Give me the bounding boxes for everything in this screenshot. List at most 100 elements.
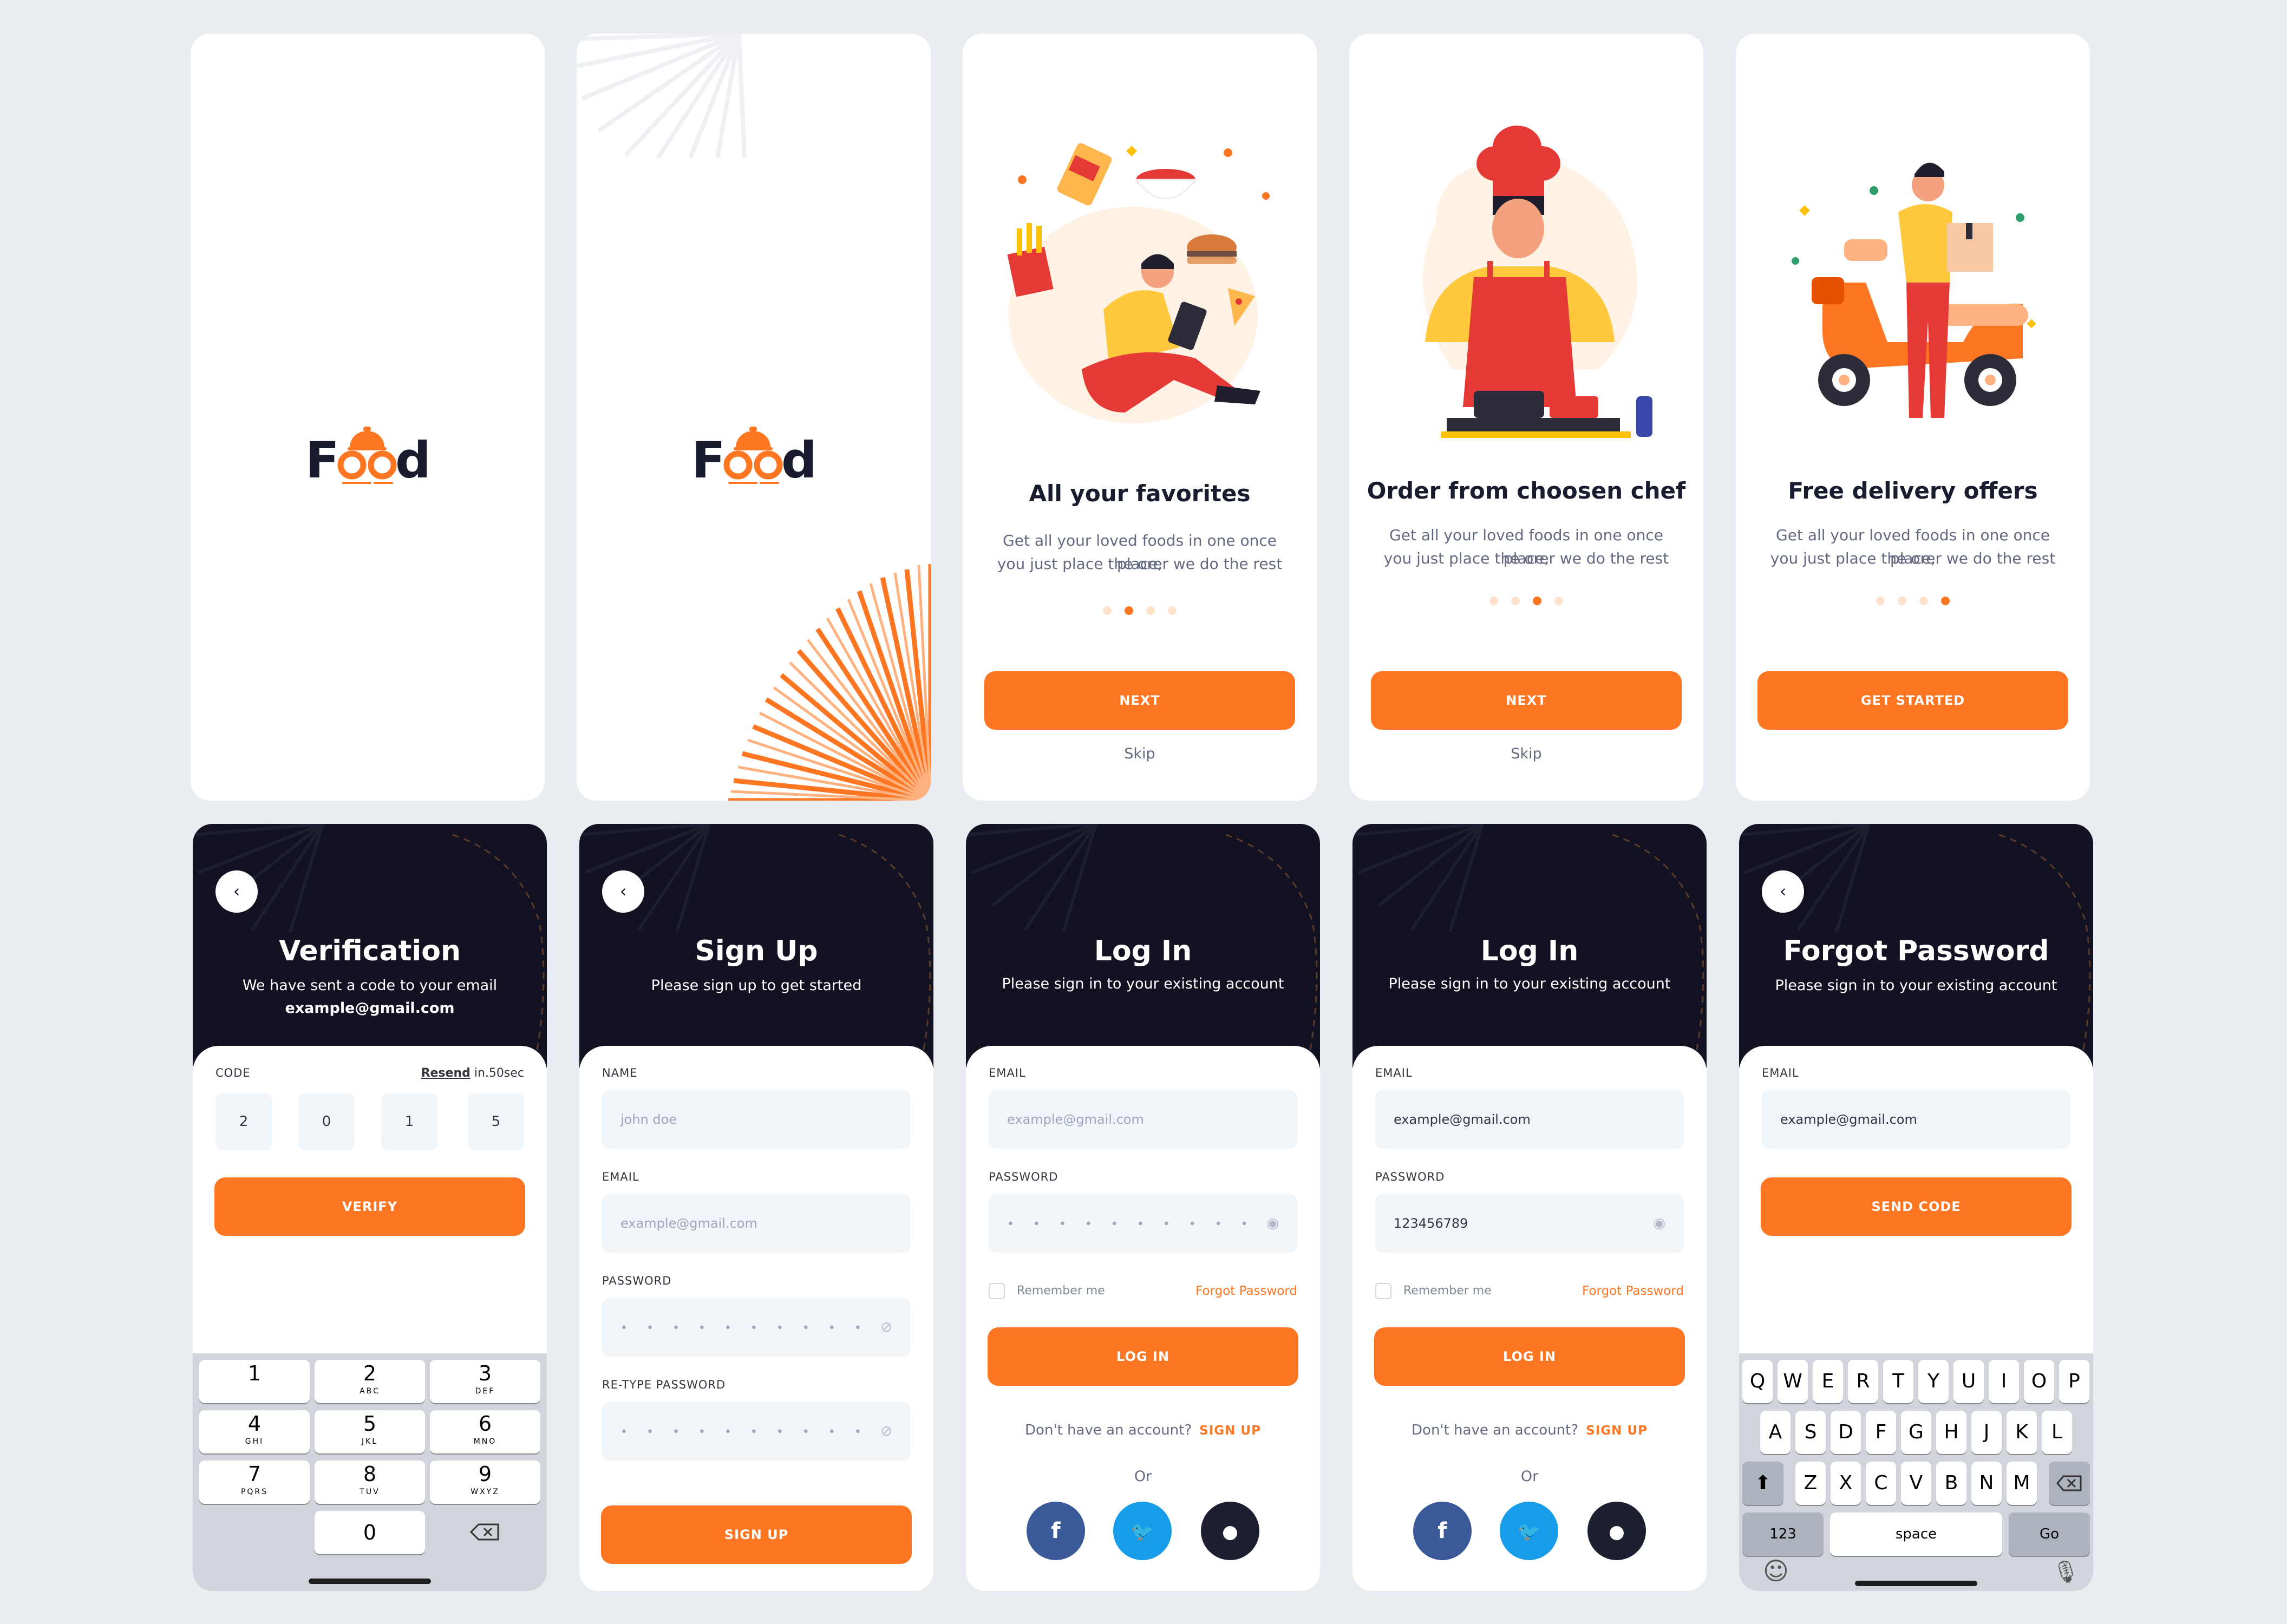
key[interactable]: Y bbox=[1918, 1360, 1949, 1403]
keypad-key-7[interactable]: 7 PQRS bbox=[199, 1461, 310, 1504]
facebook-button[interactable]: f bbox=[1413, 1502, 1472, 1560]
apple-button[interactable]: ● bbox=[1587, 1502, 1646, 1560]
forgot-password-link[interactable]: Forgot Password bbox=[1582, 1284, 1684, 1298]
password-input[interactable]: • • • • • • • • • • ◉ bbox=[989, 1194, 1297, 1253]
key[interactable]: H bbox=[1936, 1411, 1966, 1454]
resend-link[interactable]: Resend bbox=[421, 1066, 471, 1080]
password-input[interactable]: • • • • • • • • • • ⊘ bbox=[602, 1298, 911, 1357]
key[interactable]: B bbox=[1936, 1462, 1966, 1505]
twitter-button[interactable]: 🐦 bbox=[1113, 1502, 1172, 1560]
key[interactable]: N bbox=[1971, 1462, 2002, 1505]
retype-password-input[interactable]: • • • • • • • • • • ⊘ bbox=[602, 1402, 911, 1461]
keypad-key-4[interactable]: 4 GHI bbox=[199, 1410, 310, 1453]
numbers-key[interactable]: 123 bbox=[1742, 1512, 1824, 1556]
backspace-key[interactable] bbox=[2049, 1462, 2090, 1505]
keypad-key-8[interactable]: 8 TUV bbox=[315, 1461, 425, 1504]
key[interactable]: J bbox=[1971, 1411, 2002, 1454]
keypad-key-3[interactable]: 3 DEF bbox=[430, 1360, 540, 1403]
key[interactable]: T bbox=[1883, 1360, 1913, 1403]
facebook-button[interactable]: f bbox=[1027, 1502, 1085, 1560]
dark-header: Log In Please sign in to your existing a… bbox=[966, 824, 1320, 1068]
email-input[interactable]: example@gmail.com bbox=[1762, 1090, 2070, 1149]
onboarding-screen-chef: Order from choosen chef Get all your lov… bbox=[1349, 34, 1703, 801]
key[interactable]: D bbox=[1831, 1411, 1861, 1454]
skip-link[interactable]: Skip bbox=[1349, 745, 1703, 762]
keypad-key-1[interactable]: 1 bbox=[199, 1360, 310, 1403]
retype-password-label: RE-TYPE PASSWORD bbox=[602, 1378, 726, 1391]
keypad-key-9[interactable]: 9 WXYZ bbox=[430, 1461, 540, 1504]
key[interactable]: R bbox=[1848, 1360, 1878, 1403]
email-input[interactable]: example@gmail.com bbox=[989, 1090, 1297, 1149]
space-key[interactable]: space bbox=[1830, 1512, 2002, 1556]
eye-off-icon[interactable]: ⊘ bbox=[880, 1402, 892, 1461]
eye-off-icon[interactable]: ⊘ bbox=[880, 1298, 892, 1357]
send-code-button[interactable]: SEND CODE bbox=[1761, 1177, 2072, 1236]
sign-up-link[interactable]: SIGN UP bbox=[1199, 1424, 1261, 1438]
sign-up-button[interactable]: SIGN UP bbox=[601, 1505, 912, 1564]
name-input[interactable]: john doe bbox=[602, 1090, 911, 1149]
email-input[interactable]: example@gmail.com bbox=[602, 1194, 911, 1253]
key[interactable]: W bbox=[1778, 1360, 1808, 1403]
go-key[interactable]: Go bbox=[2009, 1512, 2090, 1556]
keypad-key-6[interactable]: 6 MNO bbox=[430, 1410, 540, 1453]
dark-header: ‹ Forgot Password Please sign in to your… bbox=[1739, 824, 2093, 1068]
password-input[interactable]: 123456789 ◉ bbox=[1375, 1194, 1684, 1253]
resend-row: Resend in.50sec bbox=[421, 1066, 524, 1080]
key[interactable]: C bbox=[1866, 1462, 1896, 1505]
key[interactable]: X bbox=[1831, 1462, 1861, 1505]
next-button[interactable]: NEXT bbox=[984, 671, 1295, 730]
code-digit-input[interactable]: 5 bbox=[468, 1093, 524, 1150]
key[interactable]: V bbox=[1901, 1462, 1931, 1505]
key[interactable]: E bbox=[1813, 1360, 1843, 1403]
back-button[interactable]: ‹ bbox=[1762, 870, 1804, 913]
remember-me-checkbox[interactable] bbox=[1375, 1283, 1391, 1299]
key[interactable]: Z bbox=[1795, 1462, 1826, 1505]
signup-screen: ‹ Sign Up Please sign up to get started … bbox=[579, 824, 933, 1591]
emoji-icon[interactable]: ☺ bbox=[1763, 1556, 1789, 1586]
code-digit-input[interactable]: 0 bbox=[298, 1093, 355, 1150]
onboarding-title: Order from choosen chef bbox=[1367, 477, 1686, 504]
verify-button[interactable]: VERIFY bbox=[214, 1177, 525, 1236]
chef-illustration bbox=[1423, 126, 1652, 438]
code-digit-input[interactable]: 2 bbox=[215, 1093, 272, 1150]
key[interactable]: L bbox=[2042, 1411, 2072, 1454]
backspace-icon[interactable] bbox=[469, 1521, 501, 1543]
back-button[interactable]: ‹ bbox=[215, 870, 258, 913]
forgot-password-link[interactable]: Forgot Password bbox=[1195, 1284, 1297, 1298]
key[interactable]: A bbox=[1760, 1411, 1791, 1454]
key[interactable]: S bbox=[1795, 1411, 1826, 1454]
keypad-key-0[interactable]: 0 bbox=[315, 1511, 425, 1554]
next-button[interactable]: NEXT bbox=[1371, 671, 1682, 730]
key[interactable]: P bbox=[2059, 1360, 2089, 1403]
back-button[interactable]: ‹ bbox=[602, 870, 644, 913]
log-in-button[interactable]: LOG IN bbox=[1374, 1327, 1685, 1386]
apple-button[interactable]: ● bbox=[1201, 1502, 1259, 1560]
shift-key[interactable]: ⬆ bbox=[1742, 1462, 1783, 1505]
keypad-key-2[interactable]: 2 ABC bbox=[315, 1360, 425, 1403]
key[interactable]: K bbox=[2007, 1411, 2037, 1454]
email-input[interactable]: example@gmail.com bbox=[1375, 1090, 1684, 1149]
password-label: PASSWORD bbox=[1375, 1170, 1445, 1183]
eye-icon[interactable]: ◉ bbox=[1653, 1194, 1665, 1253]
key[interactable]: M bbox=[2007, 1462, 2037, 1505]
microphone-icon[interactable]: 🎙 bbox=[2052, 1559, 2080, 1584]
keypad-key-5[interactable]: 5 JKL bbox=[315, 1410, 425, 1453]
log-in-button[interactable]: LOG IN bbox=[988, 1327, 1298, 1386]
key[interactable]: F bbox=[1866, 1411, 1896, 1454]
get-started-button[interactable]: GET STARTED bbox=[1757, 671, 2068, 730]
eye-icon[interactable]: ◉ bbox=[1266, 1194, 1279, 1253]
remember-me-checkbox[interactable] bbox=[989, 1283, 1005, 1299]
key[interactable]: O bbox=[2024, 1360, 2054, 1403]
skip-link[interactable]: Skip bbox=[963, 745, 1317, 762]
apple-icon: ● bbox=[1222, 1521, 1238, 1543]
chevron-left-icon: ‹ bbox=[233, 881, 240, 901]
home-indicator bbox=[1855, 1581, 1977, 1586]
key[interactable]: G bbox=[1901, 1411, 1931, 1454]
key[interactable]: U bbox=[1953, 1360, 1984, 1403]
key[interactable]: Q bbox=[1742, 1360, 1773, 1403]
password-mask: • • • • • • • • • • bbox=[1007, 1217, 1256, 1231]
sign-up-link[interactable]: SIGN UP bbox=[1586, 1424, 1648, 1438]
key[interactable]: I bbox=[1989, 1360, 2019, 1403]
code-digit-input[interactable]: 1 bbox=[381, 1093, 437, 1150]
twitter-button[interactable]: 🐦 bbox=[1500, 1502, 1558, 1560]
